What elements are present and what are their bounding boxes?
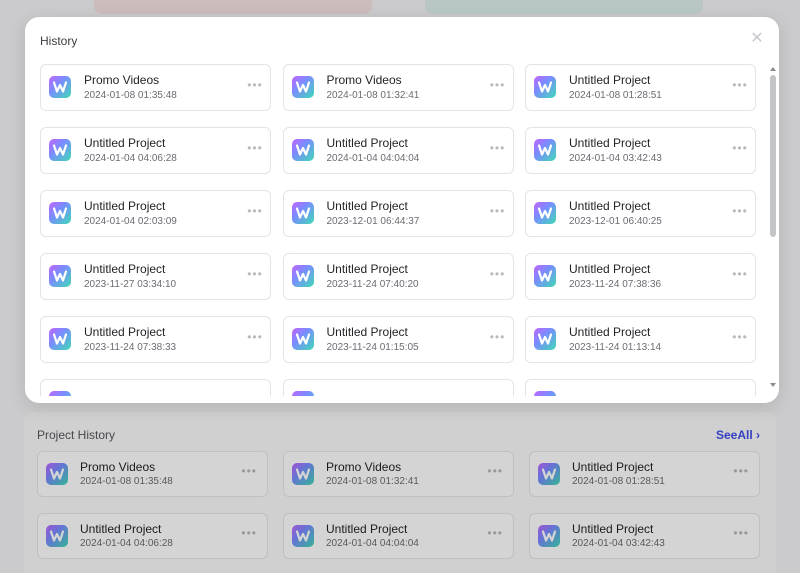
- history-modal: History ✕ Promo Videos 2024-01-08 01:35:4…: [25, 17, 779, 403]
- project-name: Untitled Project: [569, 262, 651, 276]
- history-project-card[interactable]: Untitled Project 2023-11-27 03:34:10 •••: [40, 253, 271, 300]
- project-name: Untitled Project: [569, 136, 651, 150]
- project-timestamp: 2024-01-04 04:06:28: [84, 153, 177, 164]
- more-options-icon[interactable]: •••: [489, 330, 507, 344]
- project-name: Untitled Project: [326, 136, 408, 150]
- project-app-icon: [49, 202, 71, 224]
- project-name: Untitled Project: [569, 325, 651, 339]
- project-app-icon: [49, 265, 71, 287]
- more-options-icon[interactable]: •••: [731, 78, 749, 92]
- history-project-card[interactable]: Untitled Project 2023-11-24 07:40:20 •••: [282, 253, 514, 300]
- project-app-icon: [291, 139, 314, 161]
- project-app-icon: [534, 391, 556, 396]
- project-app-icon: [291, 265, 314, 287]
- history-list: Promo Videos 2024-01-08 01:35:48 ••• Promo …: [40, 64, 756, 396]
- project-app-icon: [49, 328, 71, 350]
- project-timestamp: 2023-11-24 07:38:33: [84, 342, 177, 353]
- more-options-icon[interactable]: •••: [246, 330, 264, 344]
- history-project-card[interactable]: Untitled Project 2024-01-04 04:04:04 •••: [282, 127, 514, 174]
- project-app-icon: [49, 391, 71, 396]
- project-name: Untitled Project: [326, 262, 408, 276]
- project-timestamp: 2023-11-24 01:15:05: [326, 342, 419, 353]
- scrollbar[interactable]: [769, 67, 777, 387]
- history-project-card[interactable]: •••: [525, 379, 756, 396]
- project-app-icon: [291, 328, 314, 350]
- more-options-icon[interactable]: •••: [246, 78, 264, 92]
- history-project-card[interactable]: Untitled Project 2024-01-08 01:28:51 •••: [525, 64, 756, 111]
- project-name: Untitled Project: [84, 325, 166, 339]
- project-app-icon: [534, 76, 556, 98]
- project-timestamp: 2023-12-01 06:40:25: [569, 216, 662, 227]
- project-name: Promo Videos: [326, 73, 402, 87]
- scrollbar-thumb[interactable]: [770, 75, 776, 237]
- more-options-icon[interactable]: •••: [246, 393, 264, 396]
- modal-title: History: [40, 34, 78, 48]
- project-name: Promo Videos: [84, 73, 160, 87]
- more-options-icon[interactable]: •••: [731, 141, 749, 155]
- project-timestamp: 2024-01-08 01:32:41: [326, 90, 420, 101]
- project-name: Untitled Project: [84, 136, 166, 150]
- history-project-card[interactable]: Untitled Project 2023-11-24 01:13:14 •••: [525, 316, 756, 363]
- project-app-icon: [534, 265, 556, 287]
- project-name: Untitled Project: [569, 199, 651, 213]
- project-name: Untitled Project: [84, 262, 166, 276]
- project-app-icon: [49, 139, 71, 161]
- history-project-card[interactable]: Untitled Project 2023-11-24 01:15:05 •••: [282, 316, 514, 363]
- project-app-icon: [291, 391, 314, 396]
- project-name: Untitled Project: [326, 199, 408, 213]
- history-project-card[interactable]: Untitled Project 2023-11-24 07:38:36 •••: [525, 253, 756, 300]
- history-project-card[interactable]: Untitled Project 2024-01-04 04:06:28 •••: [40, 127, 271, 174]
- project-timestamp: 2024-01-08 01:35:48: [84, 90, 177, 101]
- project-timestamp: 2023-12-01 06:44:37: [326, 216, 420, 227]
- project-app-icon: [534, 202, 556, 224]
- project-timestamp: 2024-01-04 04:04:04: [326, 153, 420, 164]
- project-app-icon: [534, 328, 556, 350]
- more-options-icon[interactable]: •••: [489, 393, 507, 396]
- project-app-icon: [49, 76, 71, 98]
- history-project-card[interactable]: Untitled Project 2024-01-04 03:42:43 •••: [525, 127, 756, 174]
- history-project-card[interactable]: •••: [282, 379, 514, 396]
- more-options-icon[interactable]: •••: [731, 267, 749, 281]
- more-options-icon[interactable]: •••: [246, 204, 264, 218]
- history-project-card[interactable]: Untitled Project 2023-12-01 06:44:37 •••: [282, 190, 514, 237]
- project-timestamp: 2024-01-08 01:28:51: [569, 90, 662, 101]
- more-options-icon[interactable]: •••: [489, 267, 507, 281]
- more-options-icon[interactable]: •••: [489, 141, 507, 155]
- project-app-icon: [534, 139, 556, 161]
- more-options-icon[interactable]: •••: [489, 204, 507, 218]
- project-app-icon: [291, 76, 314, 98]
- close-icon[interactable]: ✕: [749, 31, 765, 47]
- more-options-icon[interactable]: •••: [731, 330, 749, 344]
- more-options-icon[interactable]: •••: [246, 141, 264, 155]
- more-options-icon[interactable]: •••: [489, 78, 507, 92]
- project-app-icon: [291, 202, 314, 224]
- project-timestamp: 2023-11-24 01:13:14: [569, 342, 662, 353]
- history-project-card[interactable]: Untitled Project 2023-12-01 06:40:25 •••: [525, 190, 756, 237]
- project-timestamp: 2024-01-04 03:42:43: [569, 153, 662, 164]
- project-timestamp: 2023-11-27 03:34:10: [84, 279, 177, 290]
- project-timestamp: 2023-11-24 07:40:20: [326, 279, 419, 290]
- project-timestamp: 2023-11-24 07:38:36: [569, 279, 662, 290]
- more-options-icon[interactable]: •••: [246, 267, 264, 281]
- project-name: Untitled Project: [84, 199, 166, 213]
- history-project-card[interactable]: Promo Videos 2024-01-08 01:32:41 •••: [282, 64, 514, 111]
- project-name: Untitled Project: [569, 73, 651, 87]
- history-project-card[interactable]: Promo Videos 2024-01-08 01:35:48 •••: [40, 64, 271, 111]
- history-project-card[interactable]: Untitled Project 2024-01-04 02:03:09 •••: [40, 190, 271, 237]
- more-options-icon[interactable]: •••: [731, 204, 749, 218]
- history-project-card[interactable]: Untitled Project 2023-11-24 07:38:33 •••: [40, 316, 271, 363]
- history-project-card[interactable]: •••: [40, 379, 271, 396]
- project-name: Untitled Project: [326, 325, 408, 339]
- more-options-icon[interactable]: •••: [731, 393, 749, 396]
- scroll-down-arrow-icon[interactable]: [770, 383, 776, 387]
- scroll-up-arrow-icon[interactable]: [770, 67, 776, 71]
- project-timestamp: 2024-01-04 02:03:09: [84, 216, 177, 227]
